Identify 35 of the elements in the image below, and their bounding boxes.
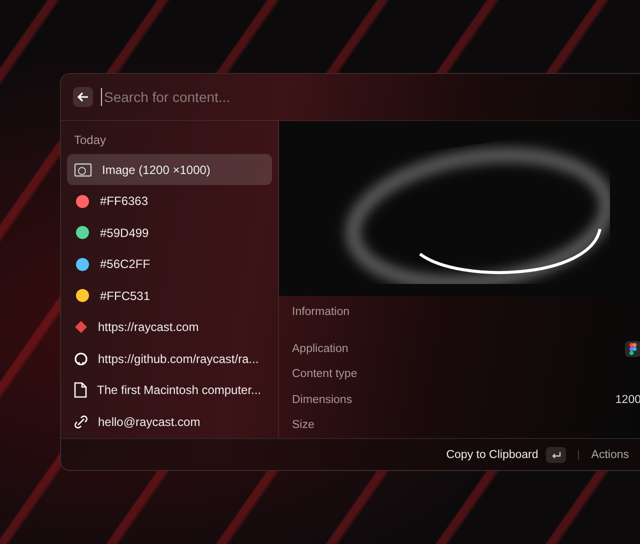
list-item[interactable]: The first Macintosh computer... xyxy=(67,374,272,406)
list-item[interactable]: hello@raycast.com xyxy=(67,406,272,437)
link-icon xyxy=(74,414,88,428)
image-icon xyxy=(74,162,92,176)
search-field[interactable]: Search for content... xyxy=(101,88,629,106)
list-item[interactable]: https://raycast.com xyxy=(67,312,272,342)
item-label: hello@raycast.com xyxy=(98,414,200,428)
info-label: Content type xyxy=(292,368,358,380)
copy-button[interactable]: Copy to Clipboard xyxy=(446,448,538,460)
list-item[interactable]: #FF6363 xyxy=(67,186,272,216)
list-item[interactable]: #59D499 xyxy=(67,217,272,248)
item-label: Image (1200 ×1000) xyxy=(102,162,210,176)
list-item[interactable]: https://github.com/raycast/ra... xyxy=(67,343,272,374)
document-icon xyxy=(74,382,87,398)
info-label: Application xyxy=(292,342,348,355)
list-item[interactable]: #FFC531 xyxy=(67,280,272,311)
information-heading: Information xyxy=(292,306,351,320)
item-label: #FFC531 xyxy=(100,288,150,302)
app-icon xyxy=(625,340,640,357)
back-button[interactable] xyxy=(73,87,93,107)
item-label: https://github.com/raycast/ra... xyxy=(98,352,259,366)
info-label: Size xyxy=(292,419,314,432)
section-heading: Today xyxy=(73,132,108,149)
list-item[interactable]: #56C2FF xyxy=(67,248,272,280)
info-label: Dimensions xyxy=(292,394,352,406)
return-key-icon xyxy=(546,446,566,462)
diamond-logo-icon xyxy=(74,320,88,334)
item-label: #FF6363 xyxy=(100,194,148,208)
item-label: https://raycast.com xyxy=(98,320,199,334)
actions-button[interactable]: Actions xyxy=(591,448,629,460)
list-item[interactable]: Image (1200 ×1000) xyxy=(67,154,272,185)
back-arrow-icon xyxy=(77,92,89,102)
item-label: The first Macintosh computer... xyxy=(97,383,262,397)
item-label: #56C2FF xyxy=(100,257,150,271)
item-label: #59D499 xyxy=(100,226,149,240)
